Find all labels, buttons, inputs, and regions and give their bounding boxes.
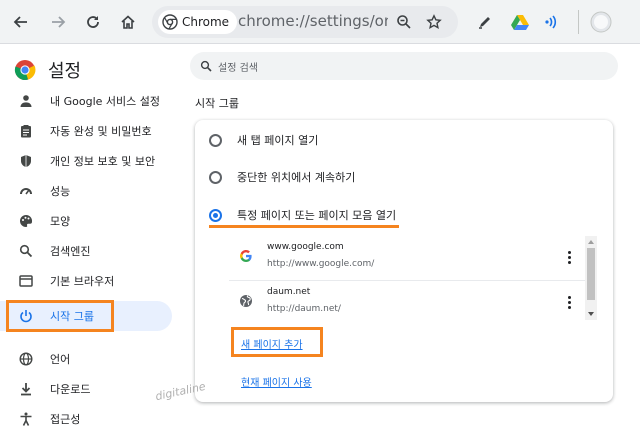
site-chip[interactable]: Chrome	[158, 10, 238, 34]
sidebar-item-search-engine[interactable]: 검색엔진	[0, 236, 172, 266]
list-item: www.google.com http://www.google.com/	[229, 236, 589, 281]
bookmark-button[interactable]	[424, 12, 444, 32]
page-url: http://www.google.com/	[267, 259, 375, 269]
sidebar-item-label: 접근성	[50, 413, 81, 426]
settings-title: 설정	[48, 61, 82, 82]
page-list-scrollbar[interactable]	[585, 236, 597, 320]
star-icon	[426, 14, 442, 29]
settings-search[interactable]: 설정 검색	[190, 52, 618, 80]
search-placeholder: 설정 검색	[218, 62, 258, 74]
cast-extension-button[interactable]	[540, 9, 566, 35]
reload-button[interactable]	[80, 9, 106, 35]
home-icon	[121, 15, 135, 29]
scroll-thumb[interactable]	[587, 248, 595, 300]
pen-icon	[479, 17, 490, 29]
sidebar-item-default-browser[interactable]: 기본 브라우저	[0, 266, 172, 296]
option-continue[interactable]: 중단한 위치에서 계속하기	[195, 159, 613, 195]
more-options-button[interactable]	[561, 293, 577, 311]
startup-highlight-box	[6, 300, 114, 332]
list-item: daum.net http://daum.net/	[229, 281, 589, 325]
page-name: daum.net	[267, 287, 311, 297]
settings-header: 설정	[14, 57, 81, 83]
toolbar-divider	[578, 10, 579, 34]
sidebar-item-label: 모양	[50, 215, 71, 228]
chrome-logo-icon	[14, 60, 36, 81]
option-label: 새 탭 페이지 열기	[237, 134, 319, 147]
scroll-up-arrow-icon[interactable]	[588, 240, 594, 244]
forward-button[interactable]	[45, 9, 71, 35]
url-text[interactable]: chrome://settings/onS...	[238, 12, 388, 30]
arrow-right-icon	[52, 16, 66, 28]
sidebar-item-appearance[interactable]: 모양	[0, 206, 172, 236]
sidebar-item-downloads[interactable]: 다운로드	[0, 374, 172, 404]
globe-favicon-icon	[240, 295, 252, 307]
speedometer-icon	[18, 183, 34, 199]
zoom-button[interactable]	[394, 12, 414, 32]
sidebar-item-label: 검색엔진	[50, 245, 91, 258]
sidebar-item-label: 언어	[50, 353, 71, 366]
sidebar-item-autofill[interactable]: 자동 완성 및 비밀번호	[0, 116, 172, 146]
accessibility-icon	[18, 411, 34, 427]
more-options-button[interactable]	[561, 248, 577, 266]
arrow-left-icon	[13, 16, 27, 28]
back-button[interactable]	[8, 9, 34, 35]
zoom-icon	[397, 15, 411, 29]
search-icon	[200, 60, 212, 72]
wireless-icon	[545, 15, 557, 29]
search-icon	[18, 243, 34, 259]
add-page-highlight-box	[231, 327, 323, 357]
radio-button[interactable]	[209, 170, 222, 184]
address-bar[interactable]: Chrome chrome://settings/onS...	[152, 6, 458, 38]
radio-button[interactable]	[209, 133, 222, 147]
profile-button[interactable]	[588, 9, 614, 35]
sidebar-item-privacy[interactable]: 개인 정보 보호 및 보안	[0, 146, 172, 176]
browser-toolbar: Chrome chrome://settings/onS...	[0, 0, 640, 44]
home-button[interactable]	[115, 9, 141, 35]
scroll-down-arrow-icon[interactable]	[588, 312, 594, 316]
sidebar-item-label: 성능	[50, 185, 71, 198]
startup-page-list: www.google.com http://www.google.com/ da…	[229, 236, 599, 326]
clipboard-icon	[18, 123, 34, 139]
page-url: http://daum.net/	[267, 304, 341, 314]
sidebar-item-google-services[interactable]: 내 Google 서비스 설정	[0, 86, 172, 116]
radio-button-checked[interactable]	[209, 208, 222, 222]
sidebar-item-label: 다운로드	[50, 383, 91, 396]
sidebar-item-languages[interactable]: 언어	[0, 344, 172, 374]
globe-icon	[18, 351, 34, 367]
use-current-pages-link[interactable]: 현재 페이지 사용	[241, 374, 312, 389]
site-chip-label: Chrome	[182, 15, 230, 29]
startup-card: 새 탭 페이지 열기 중단한 위치에서 계속하기 특정 페이지 또는 페이지 모…	[195, 120, 613, 402]
sidebar-item-label: 개인 정보 보호 및 보안	[50, 155, 156, 168]
shield-icon	[18, 153, 34, 169]
drive-extension-button[interactable]	[507, 9, 533, 35]
reload-icon	[87, 16, 99, 28]
palette-icon	[18, 213, 34, 229]
section-title: 시작 그룹	[195, 97, 239, 110]
download-icon	[18, 381, 34, 397]
browser-icon	[18, 273, 34, 289]
sidebar-item-performance[interactable]: 성능	[0, 176, 172, 206]
settings-sidebar: 설정 내 Google 서비스 설정 자동 완성 및 비밀번호 개인 정보 보호…	[0, 45, 180, 430]
option-label: 중단한 위치에서 계속하기	[237, 171, 356, 184]
page-name: www.google.com	[267, 242, 344, 252]
google-drive-icon	[511, 15, 529, 30]
person-icon	[18, 93, 34, 109]
avatar-icon	[590, 11, 612, 33]
sidebar-item-label: 기본 브라우저	[50, 275, 115, 288]
google-favicon-icon	[240, 250, 252, 262]
pen-extension-button[interactable]	[472, 9, 498, 35]
sidebar-item-label: 내 Google 서비스 설정	[50, 95, 160, 108]
sidebar-item-label: 자동 완성 및 비밀번호	[50, 125, 152, 138]
sidebar-item-accessibility[interactable]: 접근성	[0, 404, 172, 430]
option-new-tab[interactable]: 새 탭 페이지 열기	[195, 122, 613, 158]
option-underline-highlight	[209, 225, 399, 228]
option-label: 특정 페이지 또는 페이지 모음 열기	[237, 209, 397, 222]
chrome-icon	[162, 14, 178, 30]
